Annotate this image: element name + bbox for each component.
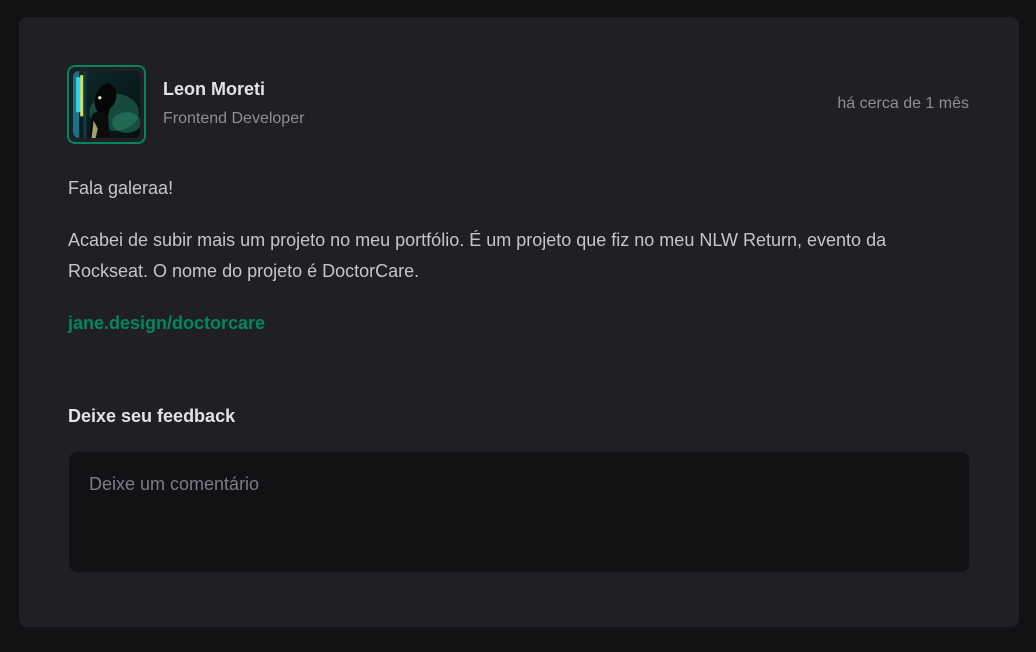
post-card: Leon Moreti Frontend Developer há cerca …: [19, 17, 1019, 627]
author-role: Frontend Developer: [163, 110, 305, 127]
project-link[interactable]: jane.design/doctorcare: [68, 313, 265, 333]
post-header: Leon Moreti Frontend Developer há cerca …: [67, 65, 969, 145]
content-link-row: jane.design/doctorcare: [68, 308, 970, 339]
avatar-photo-icon: [73, 71, 140, 138]
published-time: há cerca de 1 mês: [837, 95, 969, 112]
feedback-title: Deixe seu feedback: [68, 406, 236, 426]
post-content: Fala galeraa! Acabei de subir mais um pr…: [68, 173, 970, 360]
avatar[interactable]: [67, 65, 146, 144]
content-paragraph: Fala galeraa!: [68, 178, 174, 198]
content-paragraph: Acabei de subir mais um projeto no meu p…: [68, 230, 887, 281]
comment-input[interactable]: [69, 452, 969, 572]
author-name: Leon Moreti: [163, 79, 265, 99]
